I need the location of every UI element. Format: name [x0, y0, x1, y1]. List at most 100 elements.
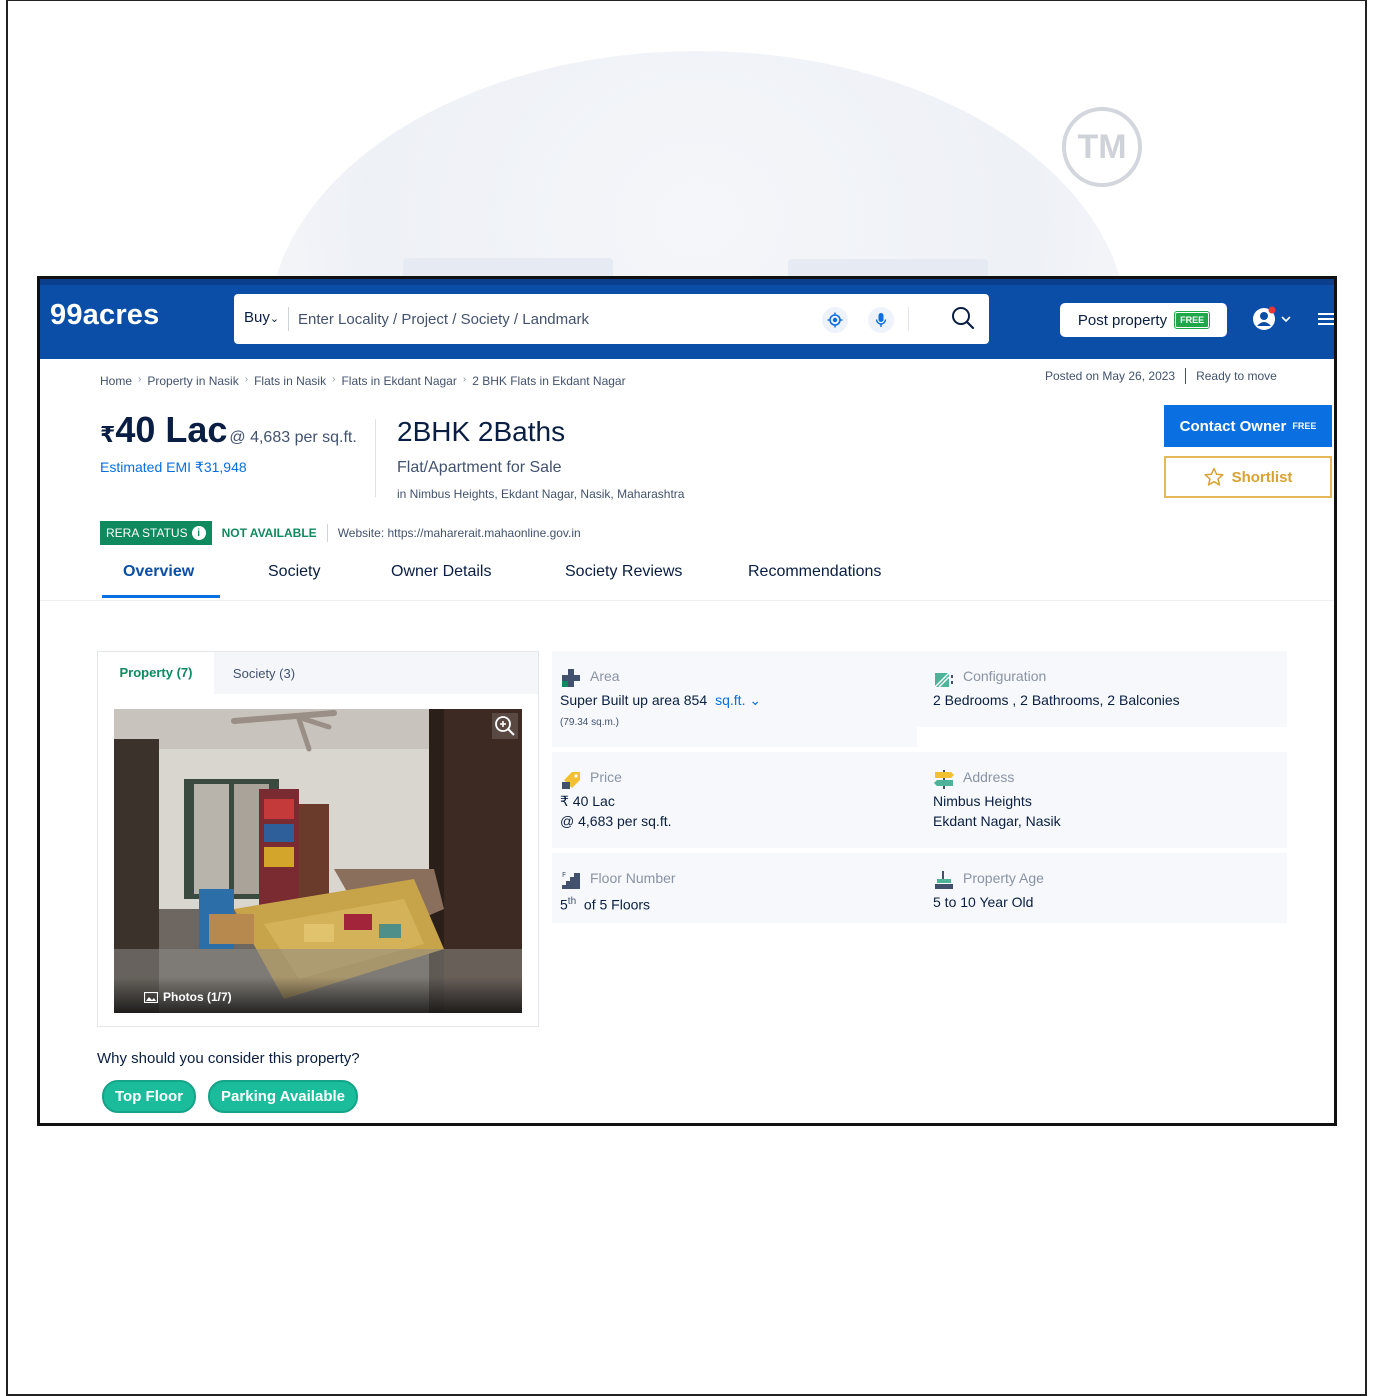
highlight-chip[interactable]: Parking Available: [208, 1080, 358, 1113]
area-label: Area: [590, 668, 620, 684]
star-icon: [1204, 467, 1224, 486]
listing-title: 2BHK 2Baths: [397, 416, 566, 447]
area-unit-dropdown[interactable]: sq.ft. ⌄: [715, 692, 761, 708]
configuration-label: Configuration: [963, 668, 1047, 684]
breadcrumb-item[interactable]: Property in Nasik: [147, 374, 238, 388]
search-icon[interactable]: [950, 305, 976, 331]
tab-society[interactable]: Society: [268, 563, 320, 581]
tab-recommendations[interactable]: Recommendations: [748, 563, 881, 581]
buy-dropdown[interactable]: Buy⌄: [244, 309, 279, 326]
building-age-icon: [935, 871, 953, 889]
floor-value: 5th of 5 Floors: [560, 892, 650, 915]
emi-link[interactable]: Estimated EMI ₹31,948: [100, 459, 247, 476]
price-per-sqft-detail: @ 4,683 per sq.ft.: [560, 813, 672, 829]
breadcrumb: Home › Property in Nasik › Flats in Nasik ›…: [100, 374, 626, 388]
price-amount: 40 Lac: [115, 409, 228, 450]
floor-total: of 5 Floors: [583, 896, 651, 913]
gallery-tabs: Property (7) Society (3): [98, 652, 538, 694]
photo-gallery: Property (7) Society (3) Photos (1/7): [97, 651, 539, 1027]
tab-society-reviews[interactable]: Society Reviews: [565, 563, 682, 581]
highlight-chips: Top Floor Parking Available: [102, 1080, 358, 1113]
active-tab-indicator: [102, 595, 220, 598]
tab-owner-details[interactable]: Owner Details: [391, 563, 491, 581]
breadcrumb-item[interactable]: 2 BHK Flats in Ekdant Nagar: [472, 374, 625, 388]
detail-address: Address Nimbus Heights Ekdant Nagar, Nas…: [917, 752, 1287, 848]
rera-row: RERA STATUS i NOT AVAILABLE Website: htt…: [100, 521, 581, 545]
floor-label: Floor Number: [590, 870, 676, 886]
area-value: Super Built up area 854 sq.ft. ⌄ (79.34 s…: [560, 690, 761, 733]
tab-overview[interactable]: Overview: [123, 563, 194, 581]
contact-owner-label: Contact Owner: [1179, 417, 1287, 435]
area-icon: [562, 669, 580, 687]
post-property-label: Post property: [1077, 311, 1168, 329]
price-label: Price: [590, 769, 622, 785]
rera-website[interactable]: Website: https://maharerait.mahaonline.g…: [338, 526, 581, 540]
contact-owner-button[interactable]: Contact Owner FREE: [1164, 405, 1332, 447]
detail-floor: F Floor Number 5th of 5 Floors: [552, 853, 917, 923]
address-line-2: Ekdant Nagar, Nasik: [933, 813, 1061, 829]
price-per-sqft: @ 4,683 per sq.ft.: [229, 429, 357, 446]
section-tabs: Overview Society Owner Details Society R…: [100, 555, 1334, 600]
detail-configuration: Configuration 2 Bedrooms , 2 Bathrooms, …: [917, 651, 1287, 727]
property-age-value: 5 to 10 Year Old: [933, 894, 1034, 910]
rera-status-badge[interactable]: RERA STATUS i: [100, 521, 212, 545]
breadcrumb-separator: ›: [462, 374, 467, 385]
gallery-tab-property[interactable]: Property (7): [98, 652, 214, 694]
locate-me-icon[interactable]: [822, 307, 848, 333]
detail-price: Price ₹ 40 Lac @ 4,683 per sq.ft.: [552, 752, 917, 848]
floor-number: 5: [560, 896, 568, 913]
divider: [40, 600, 1334, 601]
rupee-symbol: ₹: [100, 422, 116, 447]
price-amount-detail: ₹ 40 Lac: [560, 793, 615, 809]
address-line-1: Nimbus Heights: [933, 793, 1032, 809]
why-consider-heading: Why should you consider this property?: [97, 1050, 360, 1067]
rera-status-label: RERA STATUS: [106, 526, 188, 540]
area-unit: sq.ft.: [715, 692, 746, 708]
post-property-button[interactable]: Post property FREE: [1060, 303, 1227, 337]
property-age-label: Property Age: [963, 870, 1044, 886]
posted-meta: Posted on May 26, 2023 Ready to move: [1045, 368, 1277, 384]
buy-dropdown-label: Buy: [244, 309, 270, 326]
free-badge: FREE: [1174, 311, 1211, 329]
user-account-icon[interactable]: [1252, 306, 1292, 332]
listing-location: in Nimbus Heights, Ekdant Nagar, Nasik, …: [397, 487, 685, 501]
price-value: ₹ 40 Lac @ 4,683 per sq.ft.: [560, 791, 672, 831]
free-badge: FREE: [1292, 421, 1317, 431]
gallery-tab-society[interactable]: Society (3): [214, 652, 314, 694]
breadcrumb-separator: ›: [332, 374, 336, 385]
configuration-icon: [934, 672, 953, 688]
signpost-icon: [934, 770, 954, 789]
listing-subtitle: Flat/Apartment for Sale: [397, 459, 562, 476]
navbar-accent: [40, 279, 1334, 285]
hamburger-menu-icon[interactable]: [1318, 311, 1334, 327]
photo-counter[interactable]: Photos (1/7): [144, 990, 232, 1004]
image-icon: [144, 991, 158, 1003]
floor-suffix: th: [567, 896, 577, 907]
highlight-chip[interactable]: Top Floor: [102, 1080, 197, 1113]
divider: [1185, 368, 1187, 384]
microphone-icon[interactable]: [868, 307, 894, 333]
breadcrumb-separator: ›: [138, 374, 142, 385]
zoom-in-icon[interactable]: [492, 713, 518, 739]
top-navbar: 99acres Buy⌄ Post property FREE: [40, 279, 1334, 359]
property-photo[interactable]: Photos (1/7): [114, 709, 522, 1013]
price-block: ₹ 40 Lac @ 4,683 per sq.ft.: [100, 409, 357, 451]
breadcrumb-item[interactable]: Flats in Ekdant Nagar: [341, 374, 456, 388]
breadcrumb-item[interactable]: Flats in Nasik: [254, 374, 326, 388]
info-icon[interactable]: i: [191, 526, 206, 540]
divider: [375, 419, 376, 497]
area-sqm: (79.34 sq.m.): [560, 717, 619, 728]
search-bar: Buy⌄: [234, 294, 989, 344]
logo[interactable]: 99acres: [50, 299, 159, 332]
breadcrumb-item[interactable]: Home: [100, 374, 132, 388]
possession-status: Ready to move: [1196, 369, 1277, 383]
shortlist-button[interactable]: Shortlist: [1164, 456, 1332, 498]
divider: [908, 307, 909, 331]
rera-availability: NOT AVAILABLE: [221, 526, 317, 540]
posted-date: Posted on May 26, 2023: [1045, 369, 1176, 383]
area-size: Super Built up area 854: [560, 692, 708, 708]
chevron-down-icon: ⌄: [749, 692, 762, 708]
chevron-down-icon: ⌄: [269, 313, 280, 325]
search-input[interactable]: [298, 305, 798, 333]
detail-property-age: Property Age 5 to 10 Year Old: [917, 853, 1287, 923]
